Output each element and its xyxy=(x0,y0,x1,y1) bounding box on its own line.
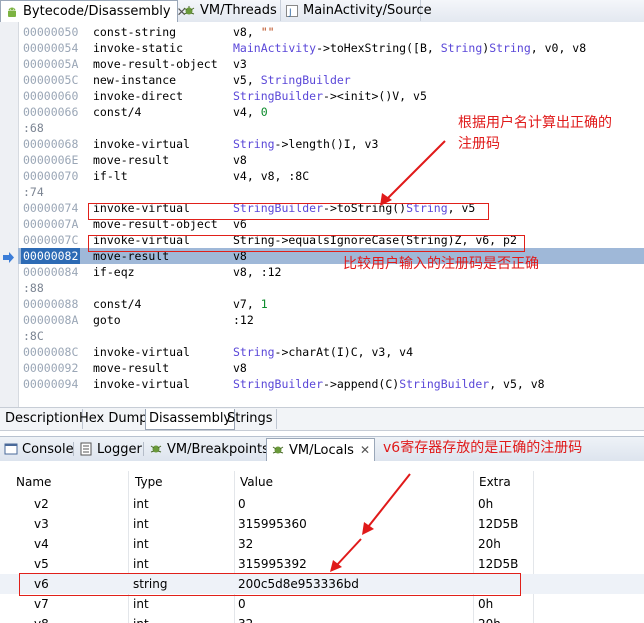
annotation-compute-code: 根据用户名计算出正确的 注册码 xyxy=(458,115,612,152)
editor-tab-bar: Bytecode/Disassembly ✕ VM/Threads J Main… xyxy=(0,0,644,23)
tab-separator xyxy=(73,442,74,456)
tab-mainactivity-source[interactable]: J MainActivity/Source xyxy=(281,0,432,21)
tab-vm-locals[interactable]: VM/Locals ✕ xyxy=(266,438,376,461)
disassembly-view[interactable]: 00000050 const-string v8, "" 00000054 invoke… xyxy=(0,22,644,407)
bug-icon xyxy=(149,442,163,456)
close-icon[interactable]: ✕ xyxy=(360,443,370,457)
console-icon xyxy=(4,442,18,456)
tab-label: Logger xyxy=(97,441,142,457)
tab-label: MainActivity/Source xyxy=(303,3,432,18)
bug-icon xyxy=(182,4,196,18)
tab-vm-breakpoints[interactable]: VM/Breakpoints xyxy=(145,438,273,460)
tab-vm-threads[interactable]: VM/Threads xyxy=(178,0,281,21)
tab-strings[interactable]: Strings xyxy=(224,409,277,429)
annotation-compare-code: 比较用户输入的注册码是否正确 xyxy=(343,256,539,272)
tab-console[interactable]: Console xyxy=(0,438,78,460)
annotation-arrows xyxy=(330,473,411,572)
tab-label: VM/Locals xyxy=(289,442,354,458)
annotation-arrow xyxy=(380,140,446,206)
tab-description[interactable]: Description xyxy=(2,409,84,429)
tab-label: VM/Threads xyxy=(200,3,277,18)
tab-disassembly[interactable]: Disassembly xyxy=(145,409,236,430)
tab-logger[interactable]: Logger xyxy=(75,438,146,460)
tab-label: Bytecode/Disassembly xyxy=(23,4,171,19)
bottom-panel-tabs: Console Logger VM/Breakpoints VM/Locals … xyxy=(0,436,644,462)
java-icon: J xyxy=(285,4,299,18)
android-icon xyxy=(5,5,19,19)
bug-icon xyxy=(271,443,285,457)
tab-label: Console xyxy=(22,441,74,457)
logger-icon xyxy=(79,442,93,456)
locals-table[interactable]: Name Type Value Extra v2 int 0 0h v3 int 31599… xyxy=(0,461,644,623)
svg-text:J: J xyxy=(288,8,292,18)
annotation-v6-correct-code: v6寄存器存放的是正确的注册码 xyxy=(383,440,583,456)
tab-separator xyxy=(143,442,144,456)
tab-label: VM/Breakpoints xyxy=(167,441,269,457)
tab-hex-dump[interactable]: Hex Dump xyxy=(76,409,152,429)
tab-bytecode-disassembly[interactable]: Bytecode/Disassembly ✕ xyxy=(0,0,187,22)
view-subtabs: Description Hex Dump Disassembly Strings xyxy=(0,407,644,431)
